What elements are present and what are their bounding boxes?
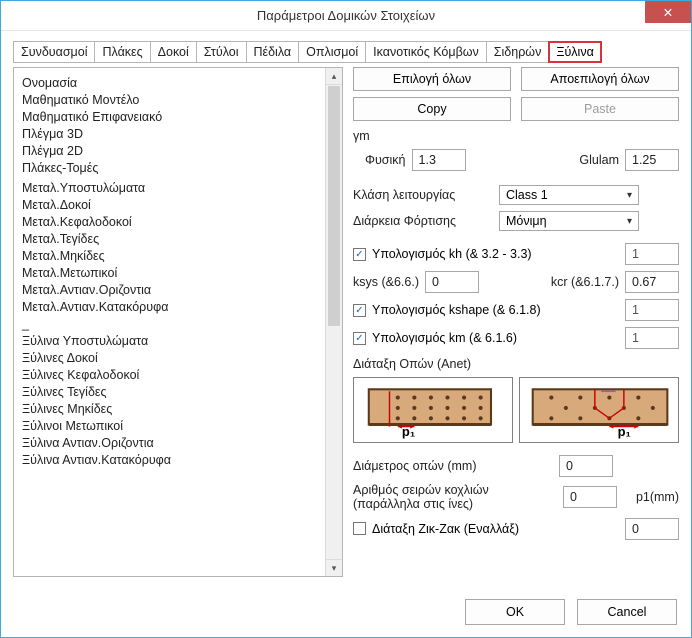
kcr-label: kcr (&6.1.7.)	[551, 275, 619, 289]
list-item[interactable]: Μεταλ.Αντιαν.Κατακόρυφα	[22, 298, 323, 315]
list-item[interactable]: Μεταλ.Κεφαλοδοκοί	[22, 213, 323, 230]
scroll-down-button[interactable]: ▾	[326, 559, 342, 576]
tab-footings[interactable]: Πέδιλα	[246, 41, 300, 63]
list-item[interactable]: _	[22, 315, 323, 332]
kshape-checkbox-label: Υπολογισμός kshape (& 6.1.8)	[372, 303, 541, 317]
checkbox-icon: ✓	[353, 248, 366, 261]
parameters-panel: Επιλογή όλων Αποεπιλογή όλων Copy Paste …	[353, 67, 679, 577]
list-item[interactable]: Ονομασία	[22, 74, 323, 91]
list-item[interactable]: Μεταλ.Δοκοί	[22, 196, 323, 213]
tab-timber[interactable]: Ξύλινα	[548, 41, 601, 63]
chevron-down-icon: ▾	[627, 190, 632, 201]
glulam-input[interactable]	[625, 149, 679, 171]
elements-listbox[interactable]: Ονομασία Μαθηματικό Μοντέλο Μαθηματικό Ε…	[13, 67, 343, 577]
list-item[interactable]: Ξύλινοι Μετωπικοί	[22, 417, 323, 434]
duration-select[interactable]: Μόνιμη ▾	[499, 211, 639, 231]
paste-button: Paste	[521, 97, 679, 121]
hole-diameter-label: Διάμετρος οπών (mm)	[353, 459, 553, 473]
svg-text:p₁: p₁	[618, 424, 631, 439]
list-item[interactable]: Μεταλ.Μετωπικοί	[22, 264, 323, 281]
list-item[interactable]: Πλέγμα 2D	[22, 142, 323, 159]
ok-button[interactable]: OK	[465, 599, 565, 625]
list-item[interactable]: Ξύλινες Κεφαλοδοκοί	[22, 366, 323, 383]
hole-layout-diagram-2[interactable]: p₁	[519, 377, 679, 443]
select-all-button[interactable]: Επιλογή όλων	[353, 67, 511, 91]
duration-select-value: Μόνιμη	[506, 214, 547, 228]
bolt-rows-label: Αριθμός σειρών κοχλιών (παράλληλα στις ί…	[353, 483, 557, 512]
gamma-m-group: γm Φυσική Glulam	[353, 127, 679, 173]
class-select[interactable]: Class 1 ▾	[499, 185, 639, 205]
kh-value-input[interactable]	[625, 243, 679, 265]
ksys-input[interactable]	[425, 271, 479, 293]
list-item[interactable]: Πλάκες-Τομές	[22, 159, 323, 176]
checkbox-icon: ✓	[353, 304, 366, 317]
svg-text:p₁: p₁	[402, 424, 415, 439]
scroll-thumb[interactable]	[328, 86, 340, 326]
kshape-checkbox[interactable]: ✓ Υπολογισμός kshape (& 6.1.8)	[353, 303, 541, 317]
tab-beams[interactable]: Δοκοί	[150, 41, 197, 63]
chevron-down-icon: ▾	[627, 216, 632, 227]
scroll-up-button[interactable]: ▴	[326, 68, 342, 85]
elements-list: Ονομασία Μαθηματικό Μοντέλο Μαθηματικό Ε…	[14, 68, 325, 576]
list-item[interactable]: Μεταλ.Μηκίδες	[22, 247, 323, 264]
list-item[interactable]: Πλέγμα 3D	[22, 125, 323, 142]
tab-reinforcement[interactable]: Οπλισμοί	[298, 41, 366, 63]
checkbox-icon	[353, 522, 366, 535]
kh-checkbox-label: Υπολογισμός kh (& 3.2 - 3.3)	[372, 247, 532, 261]
copy-button[interactable]: Copy	[353, 97, 511, 121]
checkbox-icon: ✓	[353, 332, 366, 345]
list-item[interactable]: Μαθηματικό Επιφανειακό	[22, 108, 323, 125]
tab-bar: Συνδυασμοί Πλάκες Δοκοί Στύλοι Πέδιλα Οπ…	[13, 41, 679, 63]
p1-input[interactable]	[625, 518, 679, 540]
hole-layout-diagram-1[interactable]: p₁	[353, 377, 513, 443]
kh-checkbox[interactable]: ✓ Υπολογισμός kh (& 3.2 - 3.3)	[353, 247, 532, 261]
list-item[interactable]: Ξύλινες Μηκίδες	[22, 400, 323, 417]
p1-label: p1(mm)	[623, 490, 679, 504]
zigzag-checkbox-label: Διάταξη Ζικ-Ζακ (Εναλλάξ)	[372, 522, 519, 536]
deselect-all-button[interactable]: Αποεπιλογή όλων	[521, 67, 679, 91]
list-item[interactable]: Μαθηματικό Μοντέλο	[22, 91, 323, 108]
anet-group: Διάταξη Οπών (Anet)	[353, 355, 679, 542]
list-item[interactable]: Ξύλινα Αντιαν.Κατακόρυφα	[22, 451, 323, 468]
window-title: Παράμετροι Δομικών Στοιχείων	[257, 8, 435, 23]
dialog-footer: OK Cancel	[1, 589, 691, 637]
tab-steel[interactable]: Σιδηρών	[486, 41, 550, 63]
anet-group-label: Διάταξη Οπών (Anet)	[353, 357, 679, 371]
ksys-label: ksys (&6.6.)	[353, 275, 419, 289]
kcr-input[interactable]	[625, 271, 679, 293]
class-label: Κλάση λειτουργίας	[353, 188, 493, 202]
physiki-label: Φυσική	[365, 153, 406, 167]
tab-combinations[interactable]: Συνδυασμοί	[13, 41, 95, 63]
tab-columns[interactable]: Στύλοι	[196, 41, 247, 63]
kshape-value-input[interactable]	[625, 299, 679, 321]
list-item[interactable]: Μεταλ.Αντιαν.Οριζοντια	[22, 281, 323, 298]
tab-slabs[interactable]: Πλάκες	[94, 41, 150, 63]
gamma-m-label: γm	[353, 129, 679, 143]
physiki-input[interactable]	[412, 149, 466, 171]
scrollbar[interactable]: ▴ ▾	[325, 68, 342, 576]
km-checkbox-label: Υπολογισμός km (& 6.1.6)	[372, 331, 517, 345]
zigzag-checkbox[interactable]: Διάταξη Ζικ-Ζακ (Εναλλάξ)	[353, 522, 519, 536]
duration-label: Διάρκεια Φόρτισης	[353, 214, 493, 228]
close-button[interactable]: ✕	[645, 1, 691, 23]
list-item[interactable]: Ξύλινες Δοκοί	[22, 349, 323, 366]
glulam-label: Glulam	[579, 153, 619, 167]
list-item[interactable]: Ξύλινα Αντιαν.Οριζοντια	[22, 434, 323, 451]
dialog-window: Παράμετροι Δομικών Στοιχείων ✕ Συνδυασμο…	[0, 0, 692, 638]
list-item[interactable]: Ξύλινα Υποστυλώματα	[22, 332, 323, 349]
close-icon: ✕	[663, 5, 673, 20]
list-item[interactable]: Μεταλ.Υποστυλώματα	[22, 179, 323, 196]
class-select-value: Class 1	[506, 188, 548, 202]
cancel-button[interactable]: Cancel	[577, 599, 677, 625]
tab-capacity-nodes[interactable]: Ικανοτικός Κόμβων	[365, 41, 487, 63]
km-checkbox[interactable]: ✓ Υπολογισμός km (& 6.1.6)	[353, 331, 517, 345]
bolt-rows-input[interactable]	[563, 486, 617, 508]
list-item[interactable]: Μεταλ.Τεγίδες	[22, 230, 323, 247]
list-item[interactable]: Ξύλινες Τεγίδες	[22, 383, 323, 400]
hole-diameter-input[interactable]	[559, 455, 613, 477]
km-value-input[interactable]	[625, 327, 679, 349]
titlebar: Παράμετροι Δομικών Στοιχείων ✕	[1, 1, 691, 31]
